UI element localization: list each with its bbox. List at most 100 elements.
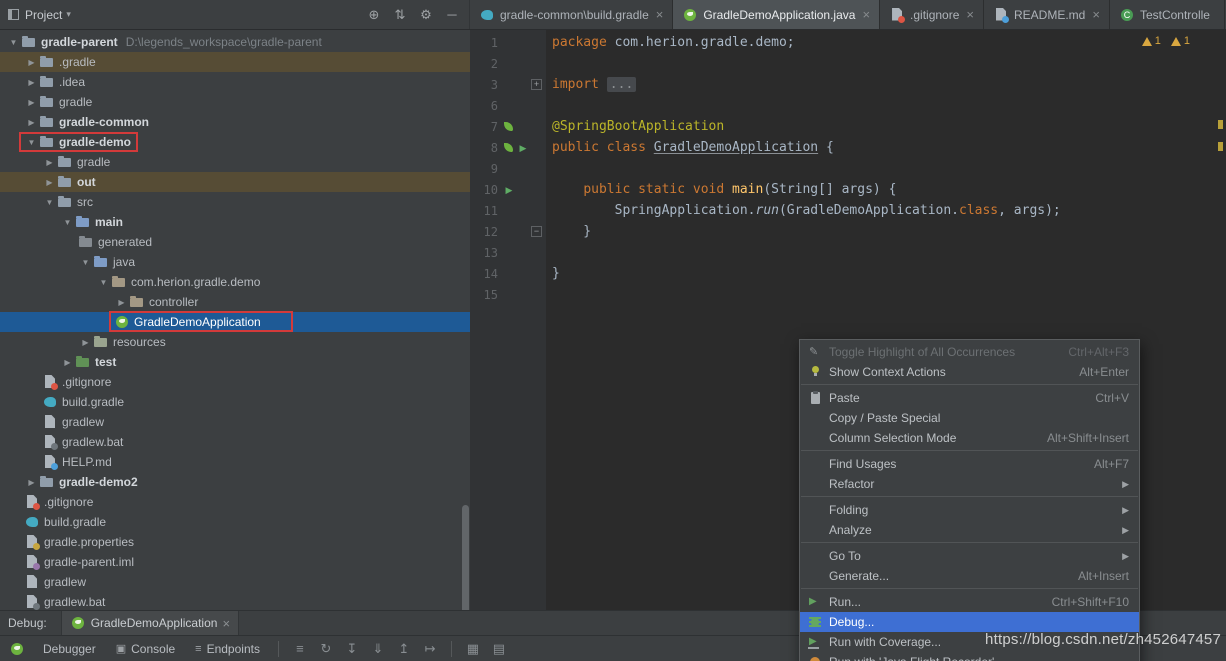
menu-icon-slot — [807, 549, 827, 563]
menu-item-column-selection-mode[interactable]: Column Selection ModeAlt+Shift+Insert — [800, 428, 1139, 448]
menu-item-run[interactable]: Run...Ctrl+Shift+F10 — [800, 592, 1139, 612]
menu-item-generate[interactable]: Generate...Alt+Insert — [800, 566, 1139, 586]
close-icon[interactable]: × — [222, 616, 230, 631]
tree-item-gradle-properties[interactable]: gradle.properties — [0, 532, 470, 552]
locate-file-icon[interactable]: ⊕ — [361, 7, 387, 23]
chevron-expanded-icon[interactable]: ▼ — [6, 38, 21, 47]
tree-item-idea[interactable]: ▶.idea — [0, 72, 470, 92]
chevron-expanded-icon[interactable]: ▼ — [24, 138, 39, 147]
tool-tab-console[interactable]: ▣Console — [106, 636, 185, 661]
tree-item-test[interactable]: ▶test — [0, 352, 470, 372]
editor-tab-gradle-common-build-gradle[interactable]: gradle-common\build.gradle× — [470, 0, 673, 29]
menu-item-debug[interactable]: Debug... — [800, 612, 1139, 632]
chevron-collapsed-icon[interactable]: ▶ — [42, 158, 57, 167]
chevron-collapsed-icon[interactable]: ▶ — [60, 358, 75, 367]
tree-item-main[interactable]: ▼main — [0, 212, 470, 232]
chevron-collapsed-icon[interactable]: ▶ — [24, 58, 39, 67]
spring-gutter-icon[interactable] — [503, 121, 515, 133]
menu-item-run-with-java-flight-recorder[interactable]: Run with 'Java Flight Recorder' — [800, 652, 1139, 661]
editor-tab-readme-md[interactable]: README.md× — [984, 0, 1110, 29]
project-toolwindow-title[interactable]: Project — [25, 8, 62, 22]
tree-item-gradle-demo2[interactable]: ▶gradle-demo2 — [0, 472, 470, 492]
chevron-down-icon[interactable]: ▾ — [66, 9, 71, 20]
tool-tab-debugger[interactable]: Debugger — [33, 636, 106, 661]
tree-item-gradlew-bat[interactable]: gradlew.bat — [0, 432, 470, 452]
tree-item-resources[interactable]: ▶resources — [0, 332, 470, 352]
step-over-icon[interactable]: ↻ — [313, 641, 339, 657]
inspection-item[interactable]: 1 — [1142, 35, 1161, 47]
chevron-expanded-icon[interactable]: ▼ — [96, 278, 111, 287]
tab-close-icon[interactable]: × — [862, 7, 870, 22]
chevron-collapsed-icon[interactable]: ▶ — [114, 298, 129, 307]
tree-item-gradle-parent[interactable]: ▼gradle-parentD:\legends_workspace\gradl… — [0, 32, 470, 52]
tree-item-gradle-parent-iml[interactable]: gradle-parent.iml — [0, 552, 470, 572]
tree-item-gitignore[interactable]: .gitignore — [0, 372, 470, 392]
tab-close-icon[interactable]: × — [656, 7, 664, 22]
editor-tab-gitignore[interactable]: .gitignore× — [880, 0, 984, 29]
chevron-collapsed-icon[interactable]: ▶ — [78, 338, 93, 347]
warning-stripe-mark[interactable] — [1218, 120, 1223, 129]
force-step-into-icon[interactable]: ⇓ — [365, 641, 391, 657]
tree-item-gradlew-bat[interactable]: gradlew.bat — [0, 592, 470, 610]
warning-stripe-mark[interactable] — [1218, 142, 1223, 151]
menu-item-find-usages[interactable]: Find UsagesAlt+F7 — [800, 454, 1139, 474]
hide-toolwindow-icon[interactable]: ─ — [439, 7, 465, 22]
tree-item-help-md[interactable]: HELP.md — [0, 452, 470, 472]
spring-boot-icon — [9, 641, 25, 657]
tool-tab-endpoints[interactable]: ≡Endpoints — [185, 636, 270, 661]
editor-tab-testcontrolle[interactable]: TestControlle — [1110, 0, 1225, 29]
tree-item-build-gradle[interactable]: build.gradle — [0, 512, 470, 532]
tab-close-icon[interactable]: × — [1092, 7, 1100, 22]
run-gutter-icon[interactable]: ▶ — [517, 142, 529, 154]
tree-item-java[interactable]: ▼java — [0, 252, 470, 272]
step-out-icon[interactable]: ↥ — [391, 641, 417, 657]
fold-marker-icon[interactable]: + — [531, 79, 542, 90]
tree-item-gradle-demo[interactable]: ▼gradle-demo — [0, 132, 470, 152]
fold-marker-icon[interactable]: − — [531, 226, 542, 237]
chevron-collapsed-icon[interactable]: ▶ — [42, 178, 57, 187]
tree-item-gradlew[interactable]: gradlew — [0, 412, 470, 432]
run-to-cursor-icon[interactable]: ↦ — [417, 641, 443, 657]
tree-item-controller[interactable]: ▶controller — [0, 292, 470, 312]
gradle-icon — [479, 7, 495, 23]
run-gutter-icon[interactable]: ▶ — [503, 184, 515, 196]
menu-item-copy-paste-special[interactable]: Copy / Paste Special — [800, 408, 1139, 428]
tree-scrollbar[interactable] — [462, 505, 469, 610]
debug-session-tab[interactable]: GradleDemoApplication × — [61, 611, 239, 636]
tree-item-build-gradle[interactable]: build.gradle — [0, 392, 470, 412]
show-execution-point-icon[interactable]: ≡ — [287, 641, 313, 656]
restore-layout-icon[interactable]: ▤ — [486, 641, 512, 657]
chevron-collapsed-icon[interactable]: ▶ — [24, 98, 39, 107]
menu-item-show-context-actions[interactable]: Show Context ActionsAlt+Enter — [800, 362, 1139, 382]
menu-item-paste[interactable]: PasteCtrl+V — [800, 388, 1139, 408]
layout-grid-icon[interactable]: ▦ — [460, 641, 486, 657]
inspection-item[interactable]: 1 — [1171, 35, 1190, 47]
tree-item-com-herion-gradle-demo[interactable]: ▼com.herion.gradle.demo — [0, 272, 470, 292]
chevron-collapsed-icon[interactable]: ▶ — [24, 478, 39, 487]
tab-close-icon[interactable]: × — [966, 7, 974, 22]
chevron-expanded-icon[interactable]: ▼ — [42, 198, 57, 207]
tree-item-generated[interactable]: generated — [0, 232, 470, 252]
tree-item-gitignore[interactable]: .gitignore — [0, 492, 470, 512]
menu-item-analyze[interactable]: Analyze▶ — [800, 520, 1139, 540]
editor-tab-gradledemoapplication-java[interactable]: GradleDemoApplication.java× — [673, 0, 880, 29]
tree-item-out[interactable]: ▶out — [0, 172, 470, 192]
tree-item-gradle[interactable]: ▶gradle — [0, 92, 470, 112]
collapse-all-icon[interactable]: ⇅ — [387, 7, 413, 23]
step-into-icon[interactable]: ↧ — [339, 641, 365, 657]
chevron-expanded-icon[interactable]: ▼ — [60, 218, 75, 227]
spring-gutter-icon[interactable] — [503, 142, 515, 154]
settings-gear-icon[interactable]: ⚙ — [413, 7, 439, 23]
menu-item-go-to[interactable]: Go To▶ — [800, 546, 1139, 566]
chevron-collapsed-icon[interactable]: ▶ — [24, 78, 39, 87]
tree-item-gradlew[interactable]: gradlew — [0, 572, 470, 592]
menu-item-folding[interactable]: Folding▶ — [800, 500, 1139, 520]
chevron-expanded-icon[interactable]: ▼ — [78, 258, 93, 267]
menu-item-refactor[interactable]: Refactor▶ — [800, 474, 1139, 494]
tree-item-gradledemoapplication[interactable]: GradleDemoApplication — [0, 312, 470, 332]
tree-item-gradle[interactable]: ▶gradle — [0, 152, 470, 172]
tree-item-gradle[interactable]: ▶.gradle — [0, 52, 470, 72]
tree-item-gradle-common[interactable]: ▶gradle-common — [0, 112, 470, 132]
tree-item-src[interactable]: ▼src — [0, 192, 470, 212]
chevron-collapsed-icon[interactable]: ▶ — [24, 118, 39, 127]
